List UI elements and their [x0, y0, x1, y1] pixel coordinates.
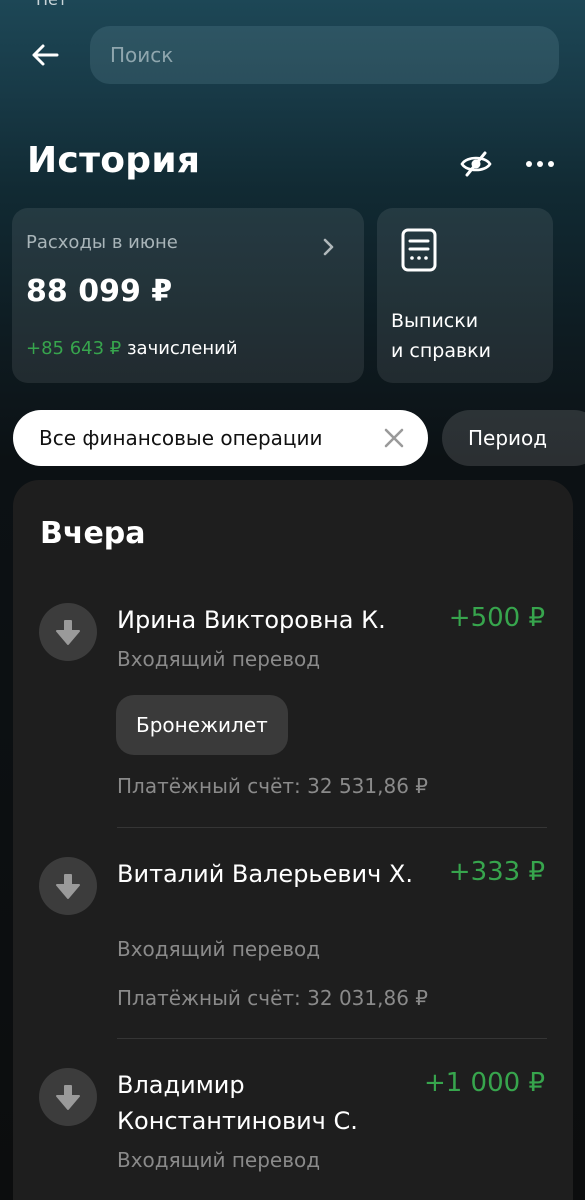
incoming-icon [39, 603, 97, 661]
operation-tag[interactable]: Бронежилет [116, 695, 288, 755]
divider [117, 827, 547, 828]
arrow-down-icon [56, 620, 80, 645]
operation-type: Входящий перевод [117, 937, 321, 961]
more-options-button[interactable] [520, 148, 560, 180]
operations-filter-chip[interactable]: Все финансовые операции [13, 410, 428, 466]
list-item[interactable]: Владимир Константинович С. +1 000 ₽ Вход… [13, 1068, 573, 1188]
arrow-down-icon [56, 874, 80, 899]
income-summary: +85 643 ₽ зачислений [26, 338, 238, 359]
period-filter-label: Период [468, 426, 548, 450]
operation-amount: +1 000 ₽ [423, 1068, 545, 1098]
eye-off-icon [460, 151, 492, 177]
list-item[interactable]: Ирина Викторовна К. +500 ₽ Входящий пере… [13, 603, 573, 813]
sender-name: Ирина Викторовна К. [117, 606, 386, 634]
expenses-amount: 88 099 ₽ [26, 274, 173, 309]
more-dots-icon [526, 161, 554, 167]
status-text: Нет [36, 0, 67, 9]
operation-type: Входящий перевод [117, 647, 321, 671]
page-title: История [27, 140, 201, 181]
hide-balance-button[interactable] [456, 146, 496, 182]
date-section-title: Вчера [40, 516, 146, 551]
divider [117, 1038, 547, 1039]
back-button[interactable] [22, 34, 68, 76]
search-input[interactable] [110, 43, 559, 67]
incoming-icon [39, 857, 97, 915]
list-item[interactable]: Виталий Валерьевич Х. +333 ₽ Входящий пе… [13, 857, 573, 1017]
sender-name: Виталий Валерьевич Х. [117, 860, 413, 888]
arrow-left-icon [32, 44, 59, 66]
arrow-down-icon [56, 1085, 80, 1110]
operation-amount: +500 ₽ [448, 603, 545, 633]
incoming-icon [39, 1068, 97, 1126]
operation-type: Входящий перевод [117, 1148, 321, 1172]
statements-label: Выписки и справки [391, 306, 491, 366]
search-bar[interactable] [90, 26, 559, 84]
statements-line-2: и справки [391, 340, 491, 362]
income-label: зачислений [121, 338, 238, 359]
history-screen: Нет История Расходы в июне 88 099 ₽ +85 … [0, 0, 585, 1200]
statements-card[interactable]: Выписки и справки [377, 208, 553, 383]
operations-list: Вчера Ирина Викторовна К. +500 ₽ Входящи… [13, 480, 573, 1200]
document-icon [401, 228, 437, 272]
expenses-label: Расходы в июне [26, 232, 178, 253]
chevron-right-icon [323, 238, 334, 256]
period-filter-chip[interactable]: Период [442, 410, 585, 466]
operation-amount: +333 ₽ [448, 857, 545, 887]
sender-name: Владимир Константинович С. [117, 1071, 358, 1135]
operations-filter-label: Все финансовые операции [39, 426, 323, 450]
statements-line-1: Выписки [391, 310, 479, 332]
expenses-card[interactable]: Расходы в июне 88 099 ₽ +85 643 ₽ зачисл… [12, 208, 364, 383]
close-icon[interactable] [383, 427, 405, 449]
account-balance: Платёжный счёт: 32 531,86 ₽ [117, 774, 429, 798]
account-balance: Платёжный счёт: 32 031,86 ₽ [117, 986, 429, 1010]
income-amount: +85 643 ₽ [26, 338, 122, 359]
